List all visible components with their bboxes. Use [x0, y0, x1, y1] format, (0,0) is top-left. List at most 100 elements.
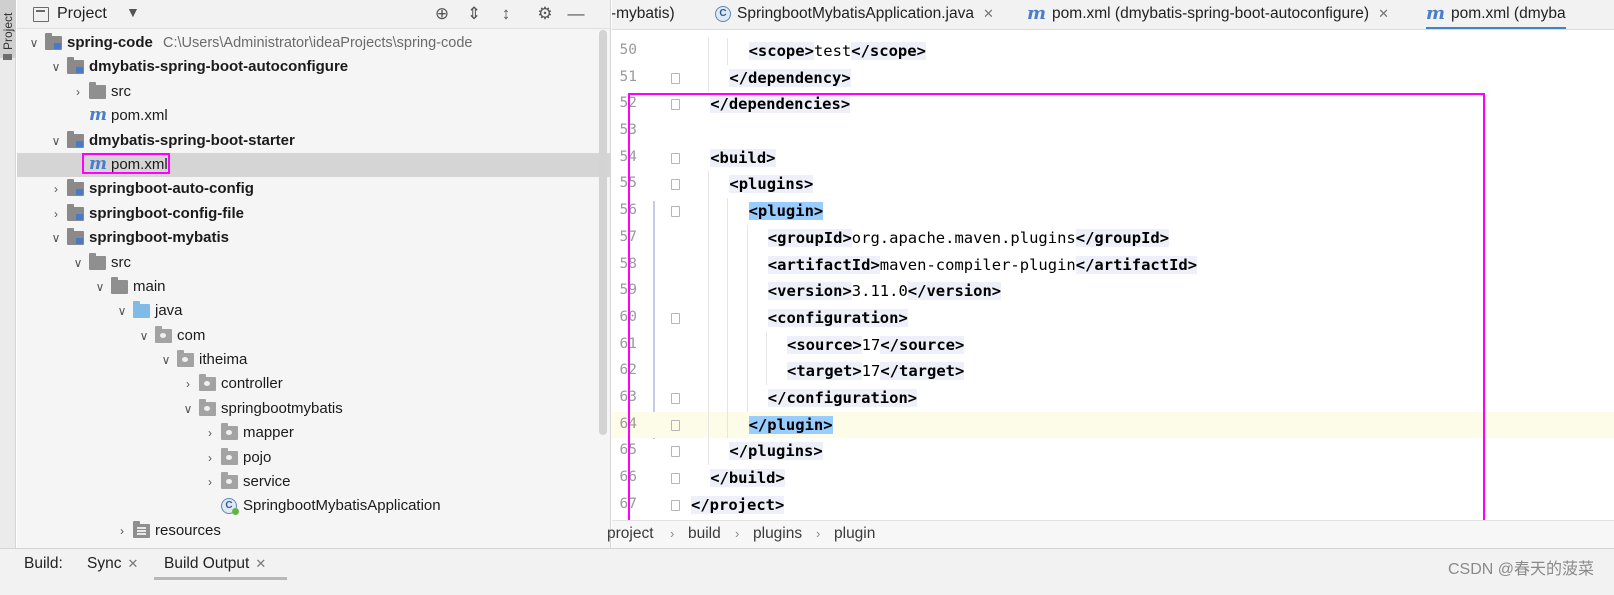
editor-tab[interactable]: C SpringbootMybatisApplication.java ✕ [715, 0, 994, 29]
breadcrumb-item[interactable]: build [688, 521, 721, 547]
module-icon [45, 33, 62, 50]
chevron-right-icon[interactable]: › [49, 202, 63, 226]
tree-item-label: spring-code [67, 34, 153, 51]
build-tab-label: Build: [24, 555, 63, 572]
tree-item[interactable]: ∨ itheima [17, 348, 610, 372]
tree-item[interactable]: › springboot-config-file [17, 202, 610, 226]
breadcrumb-item[interactable]: plugins [753, 521, 802, 547]
project-tool-window-tab[interactable]: Project [0, 0, 16, 60]
tree-item[interactable]: ∨ dmybatis-spring-boot-starter [17, 129, 610, 153]
tree-item[interactable]: › springboot-auto-config [17, 177, 610, 201]
editor-tab[interactable]: m pom.xml (dmybatis-spring-boot-autoconfi… [1027, 0, 1389, 29]
breadcrumb-item[interactable]: plugin [834, 521, 875, 547]
tree-item[interactable]: › mapper [17, 421, 610, 445]
chevron-down-icon[interactable]: ∨ [49, 226, 63, 250]
close-icon[interactable]: ✕ [255, 556, 266, 571]
tree-item-label: springboot-auto-config [89, 180, 254, 198]
tree-item-label: src [111, 253, 131, 271]
close-icon[interactable]: ✕ [127, 556, 138, 571]
chevron-down-icon[interactable]: ∨ [137, 324, 151, 348]
expand-all-icon[interactable]: ⇕ [463, 3, 485, 25]
chevron-down-icon[interactable]: ∨ [93, 275, 107, 299]
line-number: 50 [619, 42, 637, 58]
tree-item[interactable]: › src [17, 80, 610, 104]
module-icon [67, 57, 84, 75]
chevron-right-icon[interactable]: › [115, 519, 129, 543]
tree-item-label: main [133, 277, 166, 295]
editor-tab[interactable]: ot-mybatis) [612, 0, 675, 29]
fold-marker-icon[interactable] [671, 72, 680, 84]
tree-item-label: dmybatis-spring-boot-starter [89, 131, 295, 149]
chevron-right-icon[interactable]: › [71, 80, 85, 104]
chevron-down-icon[interactable]: ∨ [181, 397, 195, 421]
project-view-selector[interactable]: Project [57, 5, 107, 23]
close-icon[interactable]: ✕ [1378, 6, 1389, 21]
hide-panel-icon[interactable]: — [565, 3, 587, 25]
folder-icon [89, 252, 106, 270]
chevron-right-icon[interactable]: › [203, 421, 217, 445]
gear-icon[interactable]: ⚙ [534, 3, 556, 25]
code-annotation-box [628, 93, 1485, 541]
tree-item-label: springboot-config-file [89, 204, 244, 222]
locate-target-icon[interactable]: ⊕ [431, 3, 453, 25]
project-panel: Project ▼ ⊕ ⇕ ↕ ⚙ — ∨ spring-code C:\Users… [17, 0, 611, 563]
package-icon [221, 423, 238, 441]
tree-item[interactable]: ∨ src [17, 251, 610, 275]
chevron-right-icon[interactable]: › [181, 372, 195, 396]
tree-item[interactable]: › service [17, 470, 610, 494]
tree-item-label: SpringbootMybatisApplication [243, 497, 441, 515]
module-icon [67, 179, 84, 197]
tree-item-label: dmybatis-spring-boot-autoconfigure [89, 58, 349, 76]
tree-item-label: controller [221, 375, 283, 393]
module-icon [67, 203, 84, 221]
tree-item[interactable]: ∨ springboot-mybatis [17, 226, 610, 250]
build-tab[interactable]: Sync ✕ [87, 555, 138, 573]
package-icon [155, 325, 172, 343]
package-icon [199, 398, 216, 416]
build-tab[interactable]: Build Output ✕ [164, 555, 266, 573]
source-folder-icon [133, 301, 150, 319]
tree-item[interactable]: › controller [17, 372, 610, 396]
build-tab-label: Build Output [164, 555, 250, 572]
code-line[interactable]: 51 </dependency> [612, 64, 1614, 92]
build-tab-label: Sync [87, 555, 122, 572]
chevron-down-icon[interactable]: ∨ [49, 55, 63, 79]
tree-scrollbar[interactable] [599, 30, 607, 435]
chevron-down-icon[interactable]: ∨ [159, 348, 173, 372]
tree-item[interactable]: ∨ dmybatis-spring-boot-autoconfigure [17, 55, 610, 79]
breadcrumb: project › build › plugins › plugin [607, 520, 1614, 548]
breadcrumb-item[interactable]: project [607, 521, 654, 547]
xml-tag: <scope> [748, 42, 814, 60]
tree-item[interactable]: ∨ com [17, 324, 610, 348]
chevron-down-icon[interactable]: ∨ [115, 299, 129, 323]
chevron-right-icon[interactable]: › [203, 470, 217, 494]
chevron-right-icon[interactable]: › [203, 446, 217, 470]
tree-item[interactable]: ∨ main [17, 275, 610, 299]
chevron-right-icon[interactable]: › [49, 177, 63, 201]
tree-item[interactable]: ∨ java [17, 299, 610, 323]
chevron-down-icon[interactable]: ∨ [27, 31, 41, 55]
chevron-down-icon[interactable]: ∨ [71, 251, 85, 275]
folder-icon [111, 276, 128, 294]
code-line[interactable]: 50 <scope>test</scope> [612, 38, 1614, 65]
tree-item[interactable]: › resources [17, 519, 610, 543]
xml-tag: </scope> [851, 42, 926, 60]
tree-item[interactable]: m pom.xml [17, 104, 610, 128]
xml-text: test [813, 42, 852, 60]
tree-item[interactable]: › pojo [17, 446, 610, 470]
collapse-all-icon[interactable]: ↕ [495, 3, 517, 25]
chevron-right-icon: › [816, 526, 821, 541]
package-icon [177, 350, 194, 368]
close-icon[interactable]: ✕ [983, 6, 994, 21]
editor-tab[interactable]: m pom.xml (dmyba [1426, 0, 1566, 29]
package-icon [199, 374, 216, 392]
tree-item-label: pom.xml [111, 107, 168, 125]
chevron-down-icon[interactable]: ∨ [49, 129, 63, 153]
chevron-down-icon[interactable]: ▼ [126, 4, 140, 20]
tree-item[interactable]: ∨ springbootmybatis [17, 397, 610, 421]
tree-item[interactable]: C SpringbootMybatisApplication [17, 494, 610, 518]
project-panel-header: Project ▼ ⊕ ⇕ ↕ ⚙ — [17, 0, 610, 29]
editor-tab-label: SpringbootMybatisApplication.java [737, 5, 974, 22]
tree-item[interactable]: ∨ spring-code C:\Users\Administrator\ideaP… [17, 31, 610, 55]
project-tree: ∨ spring-code C:\Users\Administrator\ideaP… [17, 31, 610, 543]
